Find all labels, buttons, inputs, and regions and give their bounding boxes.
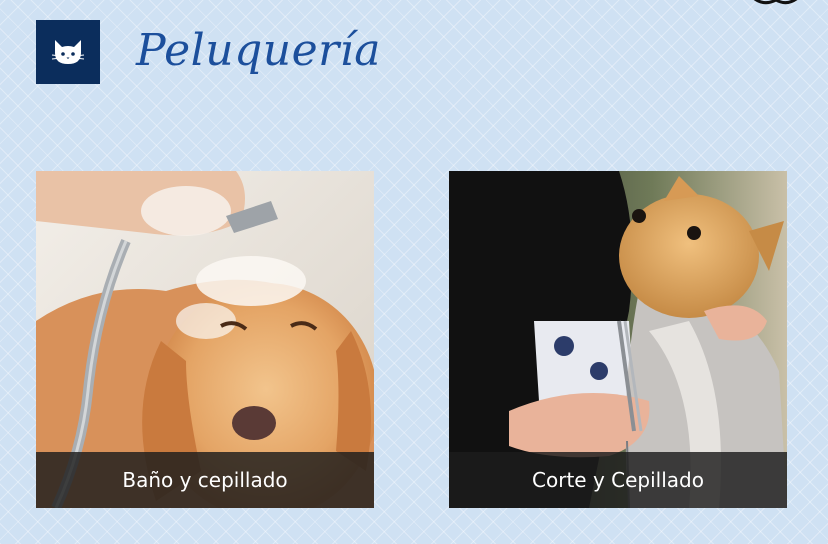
service-caption: Baño y cepillado — [36, 452, 374, 508]
service-card-grooming[interactable]: Corte y Cepillado — [449, 171, 787, 508]
service-caption: Corte y Cepillado — [449, 452, 787, 508]
logo[interactable] — [36, 20, 100, 84]
page-title: Peluquería — [136, 25, 381, 76]
service-card-bath[interactable]: Baño y cepillado — [36, 171, 374, 508]
corner-decoration — [753, 0, 798, 5]
cat-icon — [51, 40, 85, 64]
